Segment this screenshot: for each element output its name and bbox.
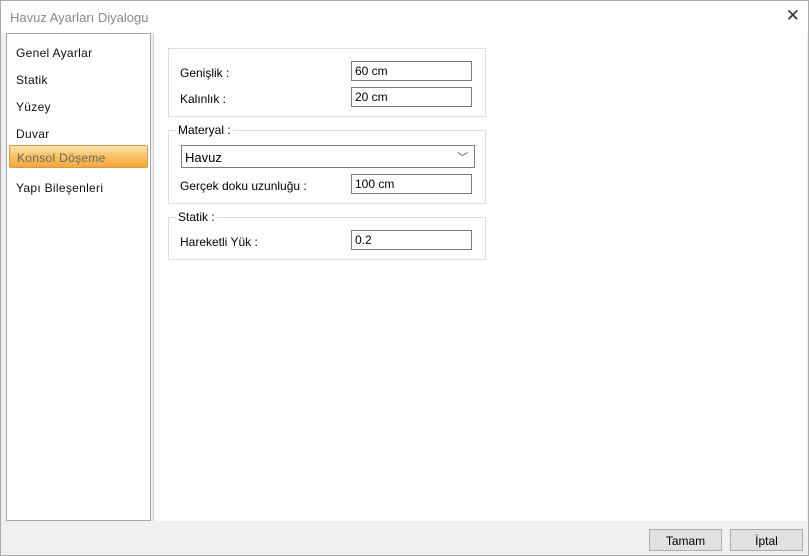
live-load-input[interactable]: 0.2 — [351, 230, 472, 250]
close-icon[interactable]: ✕ — [786, 6, 800, 26]
static-group-label: Statik : — [176, 210, 217, 224]
width-label: Genişlik : — [180, 66, 230, 80]
texture-length-input[interactable]: 100 cm — [351, 174, 472, 194]
material-group-label: Materyal : — [176, 123, 233, 137]
chevron-down-icon: ﹀ — [457, 152, 468, 164]
sidebar-item-yapi-bilesenleri[interactable]: Yapı Bileşenleri — [9, 176, 148, 199]
sidebar-item-genel-ayarlar[interactable]: Genel Ayarlar — [9, 41, 148, 64]
thickness-input[interactable]: 20 cm — [351, 87, 472, 107]
title-bar: Havuz Ayarları Diyalogu ✕ — [1, 1, 808, 33]
window-title: Havuz Ayarları Diyalogu — [10, 10, 149, 25]
dimensions-group: Genişlik : 60 cm Kalınlık : 20 cm — [168, 48, 486, 117]
sidebar-item-yuzey[interactable]: Yüzey — [9, 95, 148, 118]
thickness-label: Kalınlık : — [180, 92, 227, 106]
live-load-label: Hareketli Yük : — [180, 235, 258, 249]
cancel-button[interactable]: İptal — [730, 529, 803, 551]
texture-length-label: Gerçek doku uzunluğu : — [180, 179, 307, 193]
material-selected-value: Havuz — [185, 150, 222, 165]
material-select[interactable]: Havuz ﹀ — [181, 145, 475, 168]
settings-panel: Genişlik : 60 cm Kalınlık : 20 cm Matery… — [153, 33, 807, 521]
width-input[interactable]: 60 cm — [351, 61, 472, 81]
sidebar: Genel Ayarlar Statik Yüzey Duvar Konsol … — [6, 33, 151, 521]
ok-button[interactable]: Tamam — [649, 529, 722, 551]
static-group: Statik : Hareketli Yük : 0.2 — [168, 210, 486, 260]
material-group: Materyal : Havuz ﹀ Gerçek doku uzunluğu … — [168, 123, 486, 204]
sidebar-item-duvar[interactable]: Duvar — [9, 122, 148, 145]
sidebar-item-statik[interactable]: Statik — [9, 68, 148, 91]
sidebar-item-konsol-doseme[interactable]: Konsol Döşeme — [9, 145, 148, 168]
